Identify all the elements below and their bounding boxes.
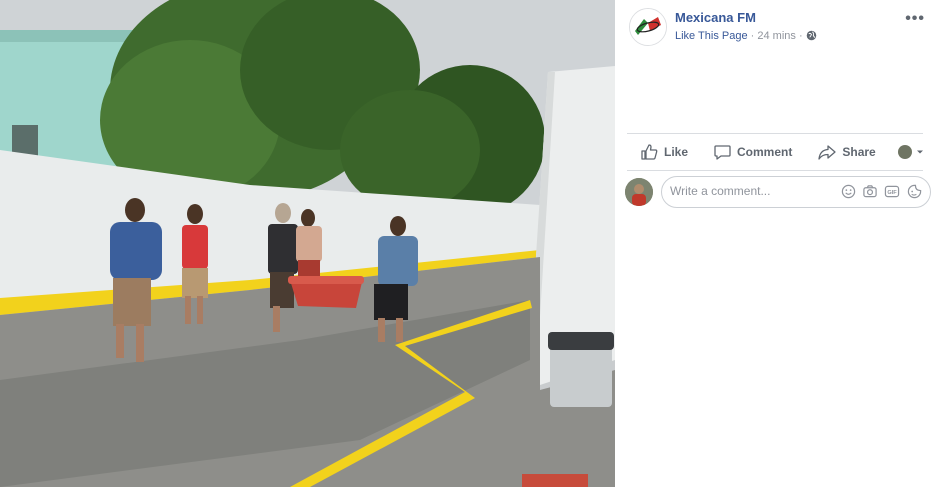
meta-separator: · [747,30,758,42]
like-page-link[interactable]: Like This Page [675,30,748,42]
post-photo[interactable] [0,0,615,487]
share-icon [818,145,837,160]
meta-separator-2: · [795,30,806,42]
like-label: Like [664,145,689,159]
divider-top [627,133,923,134]
user-photo [625,178,653,206]
share-label: Share [842,145,876,159]
like-button[interactable]: Like [641,144,688,160]
globe-icon [806,30,817,44]
emoji-icon[interactable] [840,183,856,199]
comment-box[interactable]: GIF [661,176,931,208]
post-actions: Like Comment Share [627,138,925,166]
comment-input[interactable] [670,184,830,198]
thumbs-up-icon [641,144,658,160]
comment-label: Comment [737,145,793,159]
mexicana-fm-logo-icon [630,9,666,45]
post-panel: Mexicana FM Like This Page · 24 mins · •… [615,0,935,487]
svg-text:GIF: GIF [887,190,897,196]
comment-button[interactable]: Comment [714,144,792,160]
profile-avatar-small [898,145,912,159]
page-avatar[interactable] [629,8,667,46]
user-avatar[interactable] [625,178,653,206]
sticker-icon[interactable] [906,183,922,199]
post-meta: Like This Page · 24 mins · [675,30,817,44]
gif-icon[interactable]: GIF [884,183,900,199]
caret-down-icon [917,150,923,154]
camera-icon[interactable] [862,183,878,199]
comment-composer: GIF [625,176,931,208]
page-name[interactable]: Mexicana FM [675,10,756,25]
divider-bottom [627,170,923,171]
more-options-button[interactable]: ••• [905,10,925,28]
post-header: Mexicana FM Like This Page · 24 mins · •… [629,8,925,48]
post-as-selector[interactable] [898,145,925,159]
photo-scene [0,0,615,487]
comment-icon [714,145,731,160]
share-button[interactable]: Share [818,144,876,160]
post-time[interactable]: 24 mins [757,30,796,42]
comment-tools: GIF [840,183,922,199]
